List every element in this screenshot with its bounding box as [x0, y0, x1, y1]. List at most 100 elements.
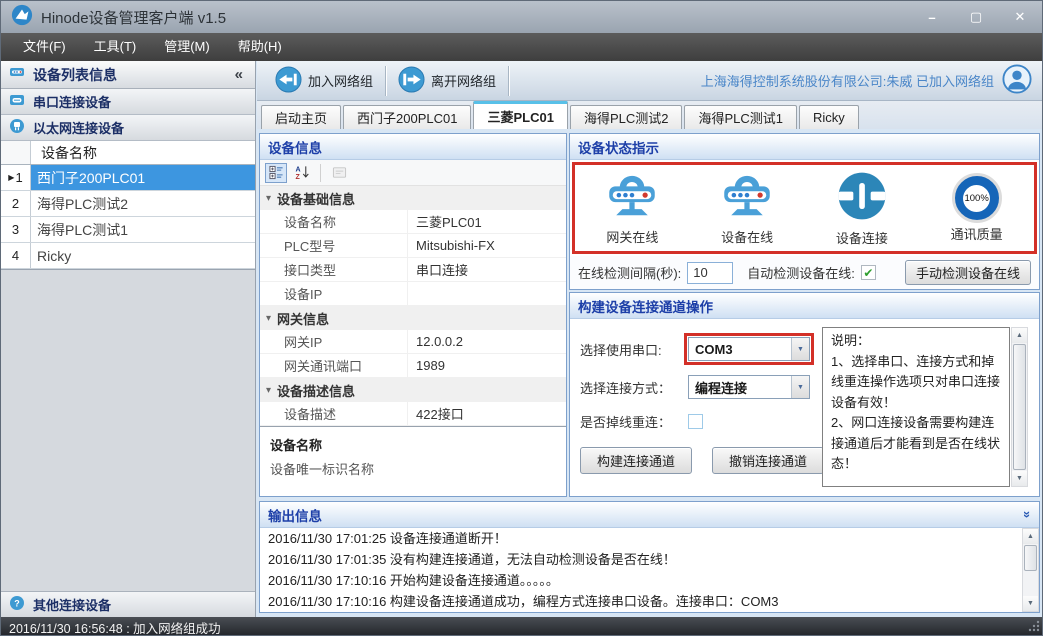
- comm-quality-indicator: 100% 通讯质量: [924, 173, 1030, 243]
- title-bar: Hinode设备管理客户端 v1.5 – ▢ ✕: [1, 1, 1042, 33]
- row-number: 2: [1, 191, 31, 216]
- channel-panel-body: 选择使用串口: COM3 ▼ 选择连接方式： 编程连接 ▼: [570, 319, 1039, 496]
- build-channel-button[interactable]: 构建连接通道: [580, 447, 692, 474]
- property-row[interactable]: PLC型号 Mitsubishi-FX: [260, 234, 566, 258]
- property-row[interactable]: 设备名称 三菱PLC01: [260, 210, 566, 234]
- sidebar-item-other-devices[interactable]: ? 其他连接设备: [1, 591, 255, 617]
- minimize-icon[interactable]: –: [910, 1, 954, 33]
- device-name-cell[interactable]: 海得PLC测试1: [31, 217, 255, 242]
- table-row[interactable]: 3 海得PLC测试1: [1, 217, 255, 243]
- collapse-sidebar-icon[interactable]: «: [231, 66, 247, 83]
- device-name-cell[interactable]: 海得PLC测试2: [31, 191, 255, 216]
- manual-detect-button[interactable]: 手动检测设备在线: [905, 260, 1031, 285]
- menu-tools[interactable]: 工具(T): [80, 33, 151, 61]
- menu-file[interactable]: 文件(F): [9, 33, 80, 61]
- device-name-column-header[interactable]: 设备名称: [31, 141, 255, 164]
- resize-grip-icon[interactable]: [1027, 619, 1040, 635]
- scroll-thumb[interactable]: [1013, 344, 1026, 470]
- scroll-down-icon[interactable]: ▼: [1023, 596, 1038, 611]
- device-table-header: 设备名称: [1, 141, 255, 165]
- output-log-area: 2016/11/30 17:01:25 设备连接通道断开！ 2016/11/30…: [260, 528, 1039, 612]
- serial-port-select[interactable]: COM3 ▼: [688, 337, 810, 361]
- sort-az-icon[interactable]: AZ: [291, 163, 313, 183]
- categorized-view-icon[interactable]: [265, 163, 287, 183]
- device-table: 设备名称 ▶ 1 西门子200PLC01 2 海得PLC测试2 3 海得PLC测…: [1, 141, 255, 270]
- leave-network-group-button[interactable]: 离开网络组: [388, 64, 506, 98]
- property-value[interactable]: 串口连接: [408, 258, 566, 281]
- menu-bar: 文件(F) 工具(T) 管理(M) 帮助(H): [1, 33, 1042, 61]
- sidebar-item-serial-devices[interactable]: 串口连接设备: [1, 89, 255, 115]
- main-content: 设备信息 AZ ▾ 设备基础信息 设备名称: [257, 129, 1043, 617]
- notes-line: 2、网口连接设备需要构建连接通道后才能看到是否在线状态！: [831, 413, 1001, 475]
- comm-quality-value: 100%: [963, 185, 990, 212]
- property-category[interactable]: ▾ 设备描述信息: [260, 378, 566, 402]
- sidebar-header[interactable]: 设备列表信息 «: [1, 61, 255, 89]
- device-tab-bar: 启动主页 西门子200PLC01 三菱PLC01 海得PLC测试2 海得PLC测…: [257, 101, 1043, 129]
- tab-ricky[interactable]: Ricky: [799, 105, 859, 129]
- property-description-box: 设备名称 设备唯一标识名称: [260, 426, 566, 496]
- scroll-up-icon[interactable]: ▲: [1023, 529, 1038, 544]
- menu-help[interactable]: 帮助(H): [224, 33, 296, 61]
- dropdown-arrow-icon[interactable]: ▼: [791, 376, 809, 398]
- toolbar-separator: [508, 66, 509, 96]
- property-value[interactable]: 1989: [408, 354, 566, 377]
- property-row[interactable]: 接口类型 串口连接: [260, 258, 566, 282]
- join-group-icon: [275, 66, 302, 96]
- svg-text:Z: Z: [295, 174, 300, 180]
- revoke-channel-button[interactable]: 撤销连接通道: [712, 447, 824, 474]
- property-value[interactable]: 422接口: [408, 402, 566, 425]
- property-value[interactable]: 三菱PLC01: [408, 210, 566, 233]
- tab-siemens-200plc01[interactable]: 西门子200PLC01: [343, 105, 471, 129]
- property-pages-icon: [328, 163, 350, 183]
- table-row[interactable]: ▶ 1 西门子200PLC01: [1, 165, 255, 191]
- svg-text:A: A: [295, 167, 300, 174]
- gateway-online-icon: [604, 171, 660, 226]
- dropdown-arrow-icon[interactable]: ▼: [791, 338, 809, 360]
- reconnect-checkbox[interactable]: [688, 414, 703, 429]
- property-category[interactable]: ▾ 设备基础信息: [260, 186, 566, 210]
- join-network-group-button[interactable]: 加入网络组: [265, 64, 383, 98]
- channel-build-panel: 构建设备连接通道操作 选择使用串口: COM3 ▼ 选择连接方式： 编程连接: [569, 292, 1040, 497]
- device-info-panel: 设备信息 AZ ▾ 设备基础信息 设备名称: [259, 133, 567, 497]
- property-value[interactable]: [408, 282, 566, 305]
- tab-mitsubishi-plc01[interactable]: 三菱PLC01: [473, 101, 567, 129]
- menu-manage[interactable]: 管理(M): [150, 33, 224, 61]
- output-scrollbar[interactable]: ▲ ▼: [1022, 528, 1039, 612]
- sidebar-item-ethernet-devices[interactable]: 以太网连接设备: [1, 115, 255, 141]
- scroll-down-icon[interactable]: ▼: [1012, 471, 1027, 486]
- property-row[interactable]: 设备IP: [260, 282, 566, 306]
- scroll-track: [1023, 572, 1038, 596]
- close-icon[interactable]: ✕: [998, 1, 1042, 33]
- connect-mode-select[interactable]: 编程连接 ▼: [688, 375, 810, 399]
- window-title: Hinode设备管理客户端 v1.5: [41, 7, 226, 28]
- sidebar-group-label: 以太网连接设备: [33, 118, 124, 137]
- property-row[interactable]: 设备描述 422接口: [260, 402, 566, 426]
- property-category[interactable]: ▾ 网关信息: [260, 306, 566, 330]
- property-name: 接口类型: [260, 258, 408, 281]
- log-line: 2016/11/30 17:01:35 没有构建连接通道，无法自动检测设备是否在…: [260, 549, 1039, 570]
- table-row[interactable]: 4 Ricky: [1, 243, 255, 269]
- table-row[interactable]: 2 海得PLC测试2: [1, 191, 255, 217]
- scroll-thumb[interactable]: [1024, 545, 1037, 571]
- collapse-output-icon[interactable]: »: [1020, 511, 1035, 518]
- property-row[interactable]: 网关IP 12.0.0.2: [260, 330, 566, 354]
- interval-input[interactable]: [687, 262, 733, 284]
- property-value[interactable]: Mitsubishi-FX: [408, 234, 566, 257]
- property-row[interactable]: 网关通讯端口 1989: [260, 354, 566, 378]
- property-value[interactable]: 12.0.0.2: [408, 330, 566, 353]
- device-name-cell[interactable]: 西门子200PLC01: [31, 165, 255, 190]
- category-label: 网关信息: [277, 309, 329, 328]
- device-name-cell[interactable]: Ricky: [31, 243, 255, 268]
- toolbar-separator: [320, 164, 321, 182]
- maximize-icon[interactable]: ▢: [954, 1, 998, 33]
- tab-home[interactable]: 启动主页: [261, 105, 341, 129]
- tab-haide-plc-test2[interactable]: 海得PLC测试2: [570, 105, 683, 129]
- notes-scrollbar[interactable]: ▲ ▼: [1011, 327, 1028, 487]
- scroll-up-icon[interactable]: ▲: [1012, 328, 1027, 343]
- tab-haide-plc-test1[interactable]: 海得PLC测试1: [684, 105, 797, 129]
- channel-notes: 说明： 1、选择串口、连接方式和掉线重连操作选项只对串口连接设备有效！ 2、网口…: [822, 327, 1010, 487]
- comm-quality-donut-icon: 100%: [952, 173, 1002, 223]
- user-avatar-icon[interactable]: [1002, 64, 1032, 97]
- indicator-label: 设备在线: [721, 227, 773, 246]
- auto-detect-checkbox[interactable]: ✔: [861, 265, 876, 280]
